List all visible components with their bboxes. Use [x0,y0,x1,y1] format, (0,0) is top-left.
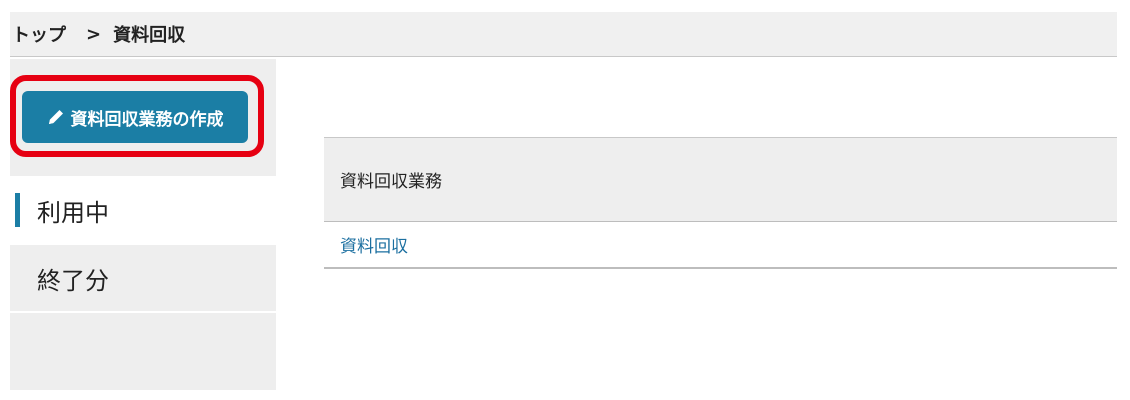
column-header: 資料回収業務 [340,172,442,192]
create-button-label: 資料回収業務の作成 [70,109,224,130]
collection-task-table: 資料回収業務 資料回収 [324,137,1117,269]
collection-task-link[interactable]: 資料回収 [340,232,408,257]
sidebar-filler [10,313,276,390]
breadcrumb-home-link[interactable]: トップ [12,21,66,47]
pencil-icon [47,108,65,126]
sidebar: 資料回収業務の作成 利用中 終了分 [10,59,276,390]
sidebar-item-label: 終了分 [37,266,109,295]
table-row: 資料回収 [324,222,1117,269]
sidebar-item-finished[interactable]: 終了分 [10,245,276,311]
sidebar-item-label: 利用中 [37,198,109,227]
table-header: 資料回収業務 [324,137,1117,222]
breadcrumb-separator: > [86,23,102,45]
sidebar-item-in-use[interactable]: 利用中 [10,176,276,244]
create-collection-task-button[interactable]: 資料回収業務の作成 [22,91,248,143]
breadcrumb-current: 資料回収 [113,25,186,46]
breadcrumb: トップ > 資料回収 [10,12,1117,57]
active-indicator [15,193,20,227]
